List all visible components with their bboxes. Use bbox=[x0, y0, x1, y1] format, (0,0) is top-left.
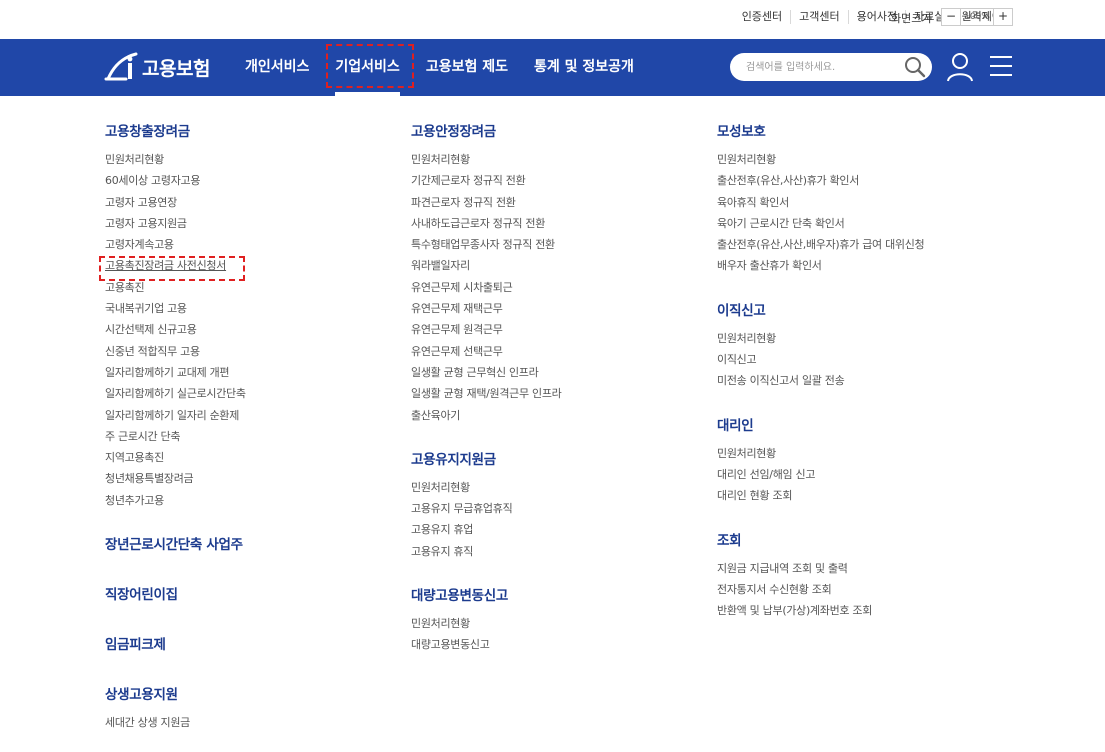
menu-link[interactable]: 민원처리현황 bbox=[411, 149, 711, 170]
menu-link[interactable]: 일자리함께하기 실근로시간단축 bbox=[105, 383, 405, 404]
section-separation-report: 이직신고 민원처리현황 이직신고 미전송 이직신고서 일괄 전송 bbox=[717, 299, 1017, 392]
menu-link[interactable]: 청년채용특별장려금 bbox=[105, 468, 405, 489]
menu-link[interactable]: 미전송 이직신고서 일괄 전송 bbox=[717, 370, 1017, 391]
section-inquiry: 조회 지원금 지급내역 조회 및 출력 전자통지서 수신현황 조회 반환액 및 … bbox=[717, 529, 1017, 622]
menu-link[interactable]: 민원처리현황 bbox=[717, 328, 1017, 349]
menu-link[interactable]: 60세이상 고령자고용 bbox=[105, 170, 405, 191]
highlight-box bbox=[99, 256, 245, 281]
menu-link[interactable]: 기간제근로자 정규직 전환 bbox=[411, 170, 711, 191]
section-title[interactable]: 직장어린이집 bbox=[105, 583, 405, 609]
menu-link[interactable]: 육아기 근로시간 단축 확인서 bbox=[717, 213, 1017, 234]
utility-link-cert[interactable]: 인증센터 bbox=[734, 10, 790, 24]
nav-insurance-system[interactable]: 고용보험 제도 bbox=[426, 39, 508, 96]
menu-link[interactable]: 대리인 현황 조회 bbox=[717, 485, 1017, 506]
section-title[interactable]: 고용유지지원금 bbox=[411, 448, 711, 474]
menu-link[interactable]: 고용유지 휴업 bbox=[411, 519, 711, 540]
menu-link[interactable]: 국내복귀기업 고용 bbox=[105, 298, 405, 319]
menu-link[interactable]: 민원처리현황 bbox=[411, 613, 711, 634]
menu-link[interactable]: 워라밸일자리 bbox=[411, 255, 711, 276]
menu-link[interactable]: 출산육아기 bbox=[411, 405, 711, 426]
menu-link[interactable]: 일생활 균형 재택/원격근무 인프라 bbox=[411, 383, 711, 404]
menu-link[interactable]: 민원처리현황 bbox=[717, 149, 1017, 170]
main-header: 고용보험 개인서비스 기업서비스 고용보험 제도 통계 및 정보공개 bbox=[0, 39, 1105, 96]
menu-link[interactable]: 지원금 지급내역 조회 및 출력 bbox=[717, 558, 1017, 579]
section-title[interactable]: 조회 bbox=[717, 529, 1017, 555]
section-employment-retention: 고용유지지원금 민원처리현황 고용유지 무급휴업휴직 고용유지 휴업 고용유지 … bbox=[411, 448, 711, 562]
menu-link[interactable]: 신중년 적합직무 고용 bbox=[105, 341, 405, 362]
menu-link[interactable]: 대량고용변동신고 bbox=[411, 634, 711, 655]
section-title[interactable]: 상생고용지원 bbox=[105, 683, 405, 709]
zoom-control: − 100% + bbox=[941, 8, 1013, 26]
menu-link[interactable]: 대리인 선임/해임 신고 bbox=[717, 464, 1017, 485]
menu-link[interactable]: 청년추가고용 bbox=[105, 490, 405, 511]
main-nav: 개인서비스 기업서비스 고용보험 제도 통계 및 정보공개 bbox=[245, 39, 660, 96]
menu-link[interactable]: 일자리함께하기 교대제 개편 bbox=[105, 362, 405, 383]
section-title[interactable]: 고용창출장려금 bbox=[105, 120, 405, 146]
logo-mark-icon bbox=[104, 51, 140, 83]
menu-link[interactable]: 민원처리현황 bbox=[411, 477, 711, 498]
zoom-in-button[interactable]: + bbox=[994, 9, 1012, 25]
menu-link[interactable]: 고령자 고용연장 bbox=[105, 192, 405, 213]
menu-column-3: 모성보호 민원처리현황 출산전후(유산,사산)휴가 확인서 육아휴직 확인서 육… bbox=[717, 120, 1017, 621]
search-box bbox=[730, 53, 932, 81]
section-maternity: 모성보호 민원처리현황 출산전후(유산,사산)휴가 확인서 육아휴직 확인서 육… bbox=[717, 120, 1017, 277]
menu-link[interactable]: 파견근로자 정규직 전환 bbox=[411, 192, 711, 213]
menu-link[interactable]: 민원처리현황 bbox=[717, 443, 1017, 464]
menu-link[interactable]: 고령자계속고용 bbox=[105, 234, 405, 255]
screen-size-label: 화면크기 bbox=[891, 12, 932, 25]
menu-link[interactable]: 고용유지 휴직 bbox=[411, 541, 711, 562]
section-title[interactable]: 대리인 bbox=[717, 414, 1017, 440]
menu-link[interactable]: 고용유지 무급휴업휴직 bbox=[411, 498, 711, 519]
section-title[interactable]: 대량고용변동신고 bbox=[411, 584, 711, 610]
section-employment-creation: 고용창출장려금 민원처리현황 60세이상 고령자고용 고령자 고용연장 고령자 … bbox=[105, 120, 405, 511]
menu-link[interactable]: 전자통지서 수신현황 조회 bbox=[717, 579, 1017, 600]
menu-link[interactable]: 특수형태업무종사자 정규직 전환 bbox=[411, 234, 711, 255]
menu-link[interactable]: 지역고용촉진 bbox=[105, 447, 405, 468]
menu-link[interactable]: 사내하도급근로자 정규직 전환 bbox=[411, 213, 711, 234]
menu-link[interactable]: 반환액 및 납부(가상)계좌번호 조회 bbox=[717, 600, 1017, 621]
nav-highlight-box bbox=[326, 44, 414, 88]
menu-link[interactable]: 세대간 상생 지원금 bbox=[105, 712, 405, 733]
section-coexistence: 상생고용지원 세대간 상생 지원금 bbox=[105, 683, 405, 733]
search-icon[interactable] bbox=[904, 56, 926, 78]
menu-link[interactable]: 일자리함께하기 일자리 순환제 bbox=[105, 405, 405, 426]
section-title[interactable]: 이직신고 bbox=[717, 299, 1017, 325]
menu-link[interactable]: 배우자 출산휴가 확인서 bbox=[717, 255, 1017, 276]
section-title[interactable]: 장년근로시간단축 사업주 bbox=[105, 533, 405, 559]
utility-link-customer[interactable]: 고객센터 bbox=[790, 10, 847, 24]
zoom-out-button[interactable]: − bbox=[942, 9, 960, 25]
menu-link[interactable]: 출산전후(유산,사산)휴가 확인서 bbox=[717, 170, 1017, 191]
menu-link[interactable]: 이직신고 bbox=[717, 349, 1017, 370]
menu-link[interactable]: 유연근무제 시차출퇴근 bbox=[411, 277, 711, 298]
nav-personal-services[interactable]: 개인서비스 bbox=[245, 39, 309, 96]
section-title[interactable]: 고용안정장려금 bbox=[411, 120, 711, 146]
menu-link[interactable]: 민원처리현황 bbox=[105, 149, 405, 170]
section-agent: 대리인 민원처리현황 대리인 선임/해임 신고 대리인 현황 조회 bbox=[717, 414, 1017, 507]
menu-link[interactable]: 주 근로시간 단축 bbox=[105, 426, 405, 447]
logo-text: 고용보험 bbox=[142, 57, 210, 80]
site-logo[interactable]: 고용보험 bbox=[104, 51, 210, 83]
user-icon[interactable] bbox=[946, 52, 974, 82]
menu-link[interactable]: 육아휴직 확인서 bbox=[717, 192, 1017, 213]
section-mass-employment-change: 대량고용변동신고 민원처리현황 대량고용변동신고 bbox=[411, 584, 711, 656]
menu-link[interactable]: 시간선택제 신규고용 bbox=[105, 319, 405, 340]
section-title[interactable]: 임금피크제 bbox=[105, 633, 405, 659]
zoom-value: 100% bbox=[960, 9, 994, 25]
section-title[interactable]: 모성보호 bbox=[717, 120, 1017, 146]
menu-link[interactable]: 출산전후(유산,사산,배우자)휴가 급여 대위신청 bbox=[717, 234, 1017, 255]
menu-link[interactable]: 일생활 균형 근무혁신 인프라 bbox=[411, 362, 711, 383]
search-input[interactable] bbox=[746, 59, 896, 75]
menu-link[interactable]: 유연근무제 선택근무 bbox=[411, 341, 711, 362]
utility-bar: 인증센터 고객센터 용어사전 자료실 원격제어 화면크기 − 100% + bbox=[0, 0, 1105, 38]
menu-column-1: 고용창출장려금 민원처리현황 60세이상 고령자고용 고령자 고용연장 고령자 … bbox=[105, 120, 405, 733]
menu-link[interactable]: 유연근무제 원격근무 bbox=[411, 319, 711, 340]
menu-link[interactable]: 유연근무제 재택근무 bbox=[411, 298, 711, 319]
hamburger-menu-icon[interactable] bbox=[990, 55, 1012, 77]
section-employment-stability: 고용안정장려금 민원처리현황 기간제근로자 정규직 전환 파견근로자 정규직 전… bbox=[411, 120, 711, 426]
nav-statistics[interactable]: 통계 및 정보공개 bbox=[534, 39, 634, 96]
menu-link[interactable]: 고령자 고용지원금 bbox=[105, 213, 405, 234]
menu-column-2: 고용안정장려금 민원처리현황 기간제근로자 정규직 전환 파견근로자 정규직 전… bbox=[411, 120, 711, 656]
